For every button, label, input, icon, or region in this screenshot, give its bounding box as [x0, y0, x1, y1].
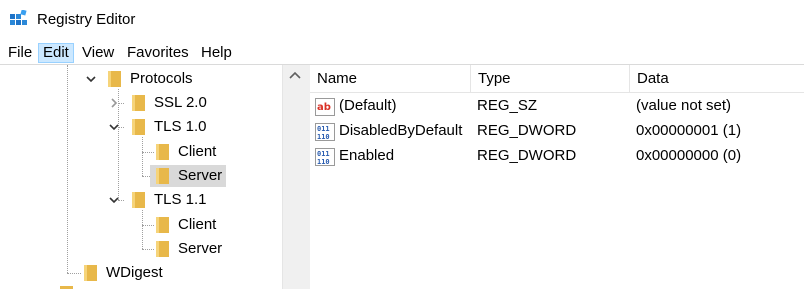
menu-file[interactable]: File [4, 43, 36, 63]
dword-value-icon: 011 110 [315, 148, 335, 166]
registry-editor-icon [10, 10, 27, 25]
folder-icon [132, 192, 145, 208]
value-name: DisabledByDefault [339, 122, 463, 139]
tree-node-label: Server [178, 167, 223, 184]
folder-icon [156, 168, 169, 184]
value-data: 0x00000001 (1) [636, 122, 742, 139]
menu-edit[interactable]: Edit [38, 43, 74, 63]
tree-node-label: TLS 1.1 [154, 191, 207, 208]
values-list: Name Type Data ab (Default) REG_SZ (valu… [310, 65, 804, 289]
tree-node-label: Protocols [130, 70, 193, 87]
column-header-name[interactable]: Name [310, 65, 471, 93]
folder-icon [156, 217, 169, 233]
chevron-down-icon[interactable] [84, 72, 98, 86]
tree-node-label: Server [178, 240, 223, 257]
tree-node-tls-1-1-server[interactable]: Server [0, 237, 282, 261]
chevron-down-icon[interactable] [107, 120, 121, 134]
tree-node-tls-1-0-client[interactable]: Client [0, 140, 282, 164]
tree-node-tls-1-1[interactable]: TLS 1.1 [0, 188, 282, 212]
value-name: Enabled [339, 147, 395, 164]
value-data: (value not set) [636, 97, 732, 114]
folder-icon [84, 265, 97, 281]
tree-node-wdigest[interactable]: WDigest [0, 261, 282, 285]
tree-node-label: Client [178, 143, 217, 160]
scroll-up-arrow-icon[interactable] [287, 70, 303, 82]
window-title: Registry Editor [37, 11, 136, 28]
tree-node-protocols[interactable]: Protocols [0, 67, 282, 91]
menu-bar: File Edit View Favorites Help [0, 40, 804, 64]
tree-node-tls-1-0[interactable]: TLS 1.0 [0, 115, 282, 139]
tree-node-tls-1-0-server[interactable]: Server [0, 164, 282, 188]
dword-value-icon: 011 110 [315, 123, 335, 141]
column-header-data[interactable]: Data [630, 65, 804, 93]
folder-icon [156, 241, 169, 257]
tree-node-label: TLS 1.0 [154, 118, 207, 135]
value-row[interactable]: ab (Default) REG_SZ (value not set) [310, 93, 804, 119]
value-type: REG_DWORD [477, 147, 577, 164]
string-value-icon: ab [315, 98, 335, 116]
tree-node-label: Client [178, 216, 217, 233]
folder-icon [108, 71, 121, 87]
chevron-down-icon[interactable] [107, 193, 121, 207]
value-data: 0x00000000 (0) [636, 147, 742, 164]
svg-text:110: 110 [317, 133, 330, 141]
folder-icon [132, 95, 145, 111]
value-row[interactable]: 011 110 Enabled REG_DWORD 0x00000000 (0) [310, 143, 804, 169]
column-header-type[interactable]: Type [471, 65, 630, 93]
svg-text:011: 011 [317, 125, 330, 133]
menu-view[interactable]: View [78, 43, 118, 63]
value-name: (Default) [339, 97, 397, 114]
chevron-right-icon[interactable] [107, 96, 121, 110]
folder-icon [132, 119, 145, 135]
value-row[interactable]: 011 110 DisabledByDefault REG_DWORD 0x00… [310, 118, 804, 144]
tree-node-ssl-2-0[interactable]: SSL 2.0 [0, 91, 282, 115]
svg-text:110: 110 [317, 158, 330, 166]
folder-icon [156, 144, 169, 160]
tree-node-label: WDigest [106, 264, 163, 281]
value-type: REG_SZ [477, 97, 538, 114]
svg-text:011: 011 [317, 150, 330, 158]
svg-text:ab: ab [317, 102, 331, 113]
tree-scrollbar[interactable] [282, 65, 306, 289]
folder-icon [60, 286, 73, 289]
title-bar: Registry Editor [0, 0, 804, 40]
menu-help[interactable]: Help [197, 43, 236, 63]
key-tree: Protocols SSL 2.0 TLS 1.0 Client Server … [0, 65, 306, 289]
value-type: REG_DWORD [477, 122, 577, 139]
tree-node-label: SSL 2.0 [154, 94, 207, 111]
menu-favorites[interactable]: Favorites [123, 43, 193, 63]
tree-node-tls-1-1-client[interactable]: Client [0, 213, 282, 237]
